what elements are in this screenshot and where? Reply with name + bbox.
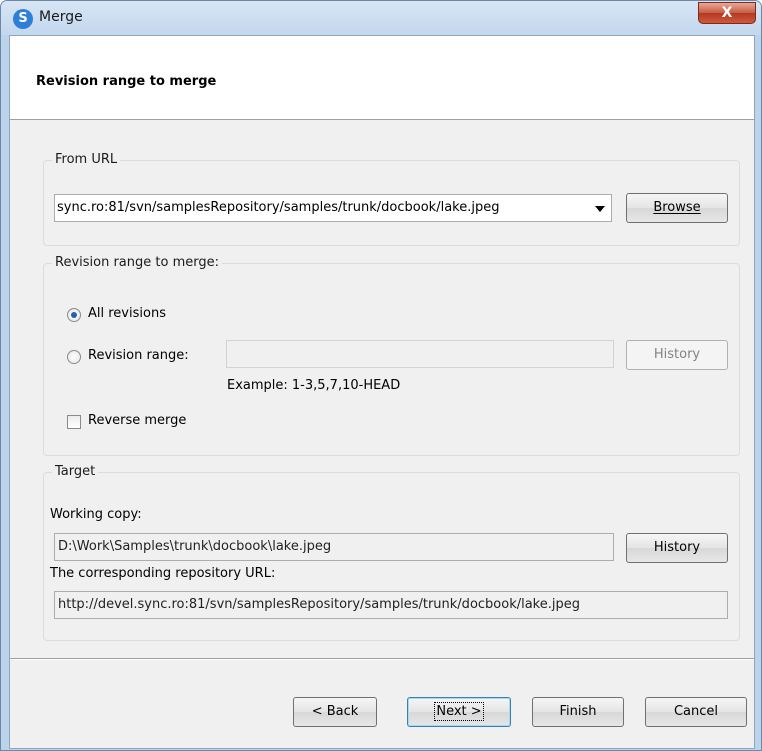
header-banner: Revision range to merge bbox=[10, 36, 754, 120]
revision-example-text: Example: 1-3,5,7,10-HEAD bbox=[227, 378, 401, 393]
browse-button[interactable]: Browse bbox=[626, 193, 728, 223]
target-group: Target Working copy: D:\Work\Samples\tru… bbox=[43, 464, 740, 641]
target-legend: Target bbox=[52, 464, 99, 479]
from-url-value: sync.ro:81/svn/samplesRepository/samples… bbox=[57, 200, 500, 215]
all-revisions-label[interactable]: All revisions bbox=[88, 306, 166, 321]
chevron-down-icon[interactable] bbox=[595, 206, 605, 212]
revision-history-button[interactable]: History bbox=[626, 340, 728, 370]
from-url-combobox[interactable]: sync.ro:81/svn/samplesRepository/samples… bbox=[54, 194, 612, 222]
revision-range-radio[interactable] bbox=[67, 350, 81, 364]
close-button[interactable]: X bbox=[698, 2, 756, 24]
close-icon: X bbox=[721, 5, 733, 21]
window-title: Merge bbox=[39, 9, 83, 25]
finish-button[interactable]: Finish bbox=[532, 697, 624, 727]
next-button[interactable]: Next > bbox=[407, 697, 511, 727]
from-url-legend: From URL bbox=[52, 152, 121, 167]
from-url-group: From URL sync.ro:81/svn/samplesRepositor… bbox=[43, 152, 740, 246]
revision-range-group: Revision range to merge: All revisions R… bbox=[43, 255, 740, 456]
working-copy-field[interactable]: D:\Work\Samples\trunk\docbook\lake.jpeg bbox=[54, 533, 614, 561]
working-copy-history-button[interactable]: History bbox=[626, 533, 728, 563]
repository-url-label: The corresponding repository URL: bbox=[50, 566, 276, 581]
app-logo-icon: S bbox=[13, 9, 33, 29]
revision-range-label[interactable]: Revision range: bbox=[88, 348, 189, 363]
working-copy-label: Working copy: bbox=[50, 507, 142, 522]
reverse-merge-label[interactable]: Reverse merge bbox=[88, 413, 186, 428]
merge-dialog-window: S Merge X Revision range to merge From U… bbox=[0, 0, 762, 751]
title-bar[interactable]: S Merge X bbox=[1, 1, 761, 35]
all-revisions-radio[interactable] bbox=[67, 308, 81, 322]
revision-range-legend: Revision range to merge: bbox=[52, 255, 222, 270]
back-button[interactable]: < Back bbox=[293, 697, 377, 727]
revision-range-input[interactable] bbox=[226, 340, 614, 368]
cancel-button[interactable]: Cancel bbox=[645, 697, 747, 727]
repository-url-field[interactable]: http://devel.sync.ro:81/svn/samplesRepos… bbox=[54, 591, 728, 619]
reverse-merge-checkbox[interactable] bbox=[67, 415, 81, 429]
dialog-body: Revision range to merge From URL sync.ro… bbox=[9, 35, 755, 749]
page-title: Revision range to merge bbox=[36, 74, 217, 89]
